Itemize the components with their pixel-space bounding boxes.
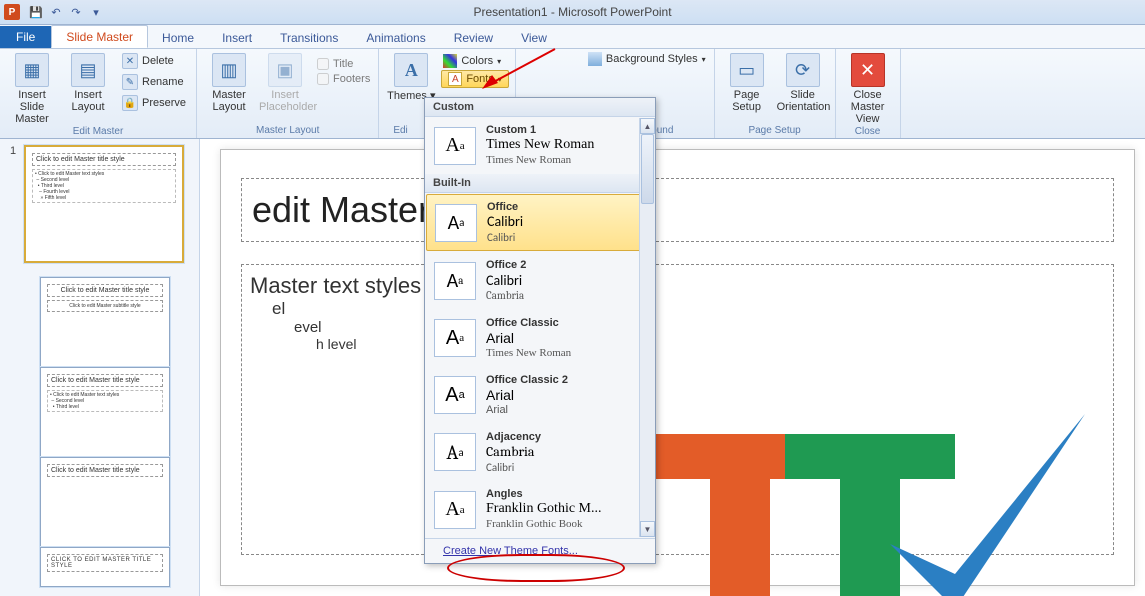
font-preview-icon: Aa xyxy=(434,491,476,529)
rename-icon: ✎ xyxy=(122,74,138,90)
master-layout-icon: ▥ xyxy=(212,53,246,87)
thumb-title: Click to edit Master title style xyxy=(32,153,176,166)
dd-scrollbar[interactable]: ▲ ▼ xyxy=(639,118,655,537)
rename-button[interactable]: ✎Rename xyxy=(118,72,190,92)
thumbnail-pane[interactable]: 1 Click to edit Master title style • Cli… xyxy=(0,139,200,596)
tab-home[interactable]: Home xyxy=(148,27,208,48)
master-layout-button[interactable]: ▥ Master Layout xyxy=(203,51,255,113)
font-scheme-office-classic[interactable]: AaOffice ClassicArialTimes New Roman xyxy=(425,310,655,367)
group-close: ✕ Close Master View Close xyxy=(836,49,901,138)
insert-layout-button[interactable]: ▤ Insert Layout xyxy=(62,51,114,113)
redo-icon[interactable]: ↷ xyxy=(68,4,84,20)
colors-icon xyxy=(443,54,457,68)
themes-icon: A xyxy=(394,53,428,87)
group-page-setup: ▭ Page Setup ⟳ Slide Orientation Page Se… xyxy=(715,49,836,138)
font-scheme-angles[interactable]: AaAnglesFranklin Gothic M...Franklin Got… xyxy=(425,481,655,538)
insert-placeholder-button[interactable]: ▣ Insert Placeholder xyxy=(259,51,311,113)
tab-animations[interactable]: Animations xyxy=(352,27,439,48)
slide-canvas[interactable]: edit Master title style Master text styl… xyxy=(200,139,1145,596)
font-scheme-office-classic-2[interactable]: AaOffice Classic 2ArialArial xyxy=(425,367,655,424)
font-scheme-office-2[interactable]: AaOffice 2CalibriCambria xyxy=(425,252,655,309)
group-label-edit-master: Edit Master xyxy=(6,125,190,139)
slide-orientation-button[interactable]: ⟳ Slide Orientation xyxy=(777,51,829,113)
insert-layout-icon: ▤ xyxy=(71,53,105,87)
scroll-thumb[interactable] xyxy=(641,134,654,204)
save-icon[interactable]: 💾 xyxy=(28,4,44,20)
group-label-close: Close xyxy=(842,125,894,139)
font-preview-icon: Aa xyxy=(434,127,476,165)
group-edit-master: ▦ Insert Slide Master ▤ Insert Layout ✕D… xyxy=(0,49,197,138)
slide-orientation-icon: ⟳ xyxy=(786,53,820,87)
tab-slide-master[interactable]: Slide Master xyxy=(51,25,148,48)
ttv-logo xyxy=(655,414,1085,596)
chk-title[interactable]: Title xyxy=(315,57,372,71)
ribbon-tabs: File Slide Master Home Insert Transition… xyxy=(0,25,1145,49)
layout-thumb-3[interactable]: Click to edit Master title style xyxy=(40,457,170,547)
undo-icon[interactable]: ↶ xyxy=(48,4,64,20)
scroll-up-icon[interactable]: ▲ xyxy=(640,118,655,134)
tab-insert[interactable]: Insert xyxy=(208,27,266,48)
preserve-icon: 🔒 xyxy=(122,95,138,111)
group-label-master-layout: Master Layout xyxy=(203,124,372,138)
tab-view[interactable]: View xyxy=(507,27,561,48)
font-preview-icon: Aa xyxy=(434,433,476,471)
dd-head-builtin: Built-In xyxy=(425,174,655,193)
slide-title-placeholder[interactable]: edit Master title style xyxy=(241,178,1114,242)
delete-icon: ✕ xyxy=(122,53,138,69)
scroll-down-icon[interactable]: ▼ xyxy=(640,521,655,537)
thumb-number: 1 xyxy=(10,145,18,263)
font-preview-icon: Aa xyxy=(434,319,476,357)
insert-slide-master-button[interactable]: ▦ Insert Slide Master xyxy=(6,51,58,125)
insert-placeholder-icon: ▣ xyxy=(268,53,302,87)
themes-button[interactable]: A Themes ▾ xyxy=(385,51,437,102)
create-new-theme-fonts[interactable]: Create New Theme Fonts... xyxy=(425,538,655,563)
tab-transitions[interactable]: Transitions xyxy=(266,27,352,48)
qat-more-icon[interactable]: ▾ xyxy=(88,4,104,20)
titlebar: P 💾 ↶ ↷ ▾ Presentation1 - Microsoft Powe… xyxy=(0,0,1145,25)
font-preview-icon: Aa xyxy=(434,376,476,414)
delete-button[interactable]: ✕Delete xyxy=(118,51,190,71)
font-scheme-custom-1[interactable]: AaCustom 1Times New RomanTimes New Roman xyxy=(425,117,655,174)
close-master-view-button[interactable]: ✕ Close Master View xyxy=(842,51,894,125)
layout-thumb-2[interactable]: Click to edit Master title style • Click… xyxy=(40,367,170,457)
group-label-page-setup: Page Setup xyxy=(721,124,829,138)
background-styles-button[interactable]: Background Styles ▾ xyxy=(586,51,708,67)
background-styles-icon xyxy=(588,52,602,66)
page-setup-icon: ▭ xyxy=(730,53,764,87)
layout-thumb-4[interactable]: CLICK TO EDIT MASTER TITLE STYLE xyxy=(40,547,170,587)
dd-head-custom: Custom xyxy=(425,98,655,117)
quick-access-toolbar: 💾 ↶ ↷ ▾ xyxy=(28,4,104,20)
close-icon: ✕ xyxy=(851,53,885,87)
group-master-layout: ▥ Master Layout ▣ Insert Placeholder Tit… xyxy=(197,49,379,138)
page-setup-button[interactable]: ▭ Page Setup xyxy=(721,51,773,113)
tab-file[interactable]: File xyxy=(0,26,51,48)
tab-review[interactable]: Review xyxy=(440,27,507,48)
chk-footers[interactable]: Footers xyxy=(315,72,372,86)
font-preview-icon: Aa xyxy=(434,262,476,300)
app-icon: P xyxy=(4,4,20,20)
font-preview-icon: Aa xyxy=(435,204,477,242)
fonts-dropdown: Custom AaCustom 1Times New RomanTimes Ne… xyxy=(424,97,656,564)
master-thumb[interactable]: Click to edit Master title style • Click… xyxy=(24,145,184,263)
fonts-icon: A xyxy=(448,72,462,86)
insert-slide-master-icon: ▦ xyxy=(15,53,49,87)
font-scheme-adjacency[interactable]: AaAdjacencyCambriaCalibri xyxy=(425,424,655,481)
font-scheme-office[interactable]: AaOfficeCalibriCalibri xyxy=(426,194,654,251)
annotation-arrow xyxy=(480,47,560,97)
layout-thumb-1[interactable]: Click to edit Master title style Click t… xyxy=(40,277,170,367)
window-title: Presentation1 - Microsoft PowerPoint xyxy=(0,5,1145,19)
preserve-button[interactable]: 🔒Preserve xyxy=(118,93,190,113)
thumb-body: • Click to edit Master text styles – Sec… xyxy=(32,169,176,203)
